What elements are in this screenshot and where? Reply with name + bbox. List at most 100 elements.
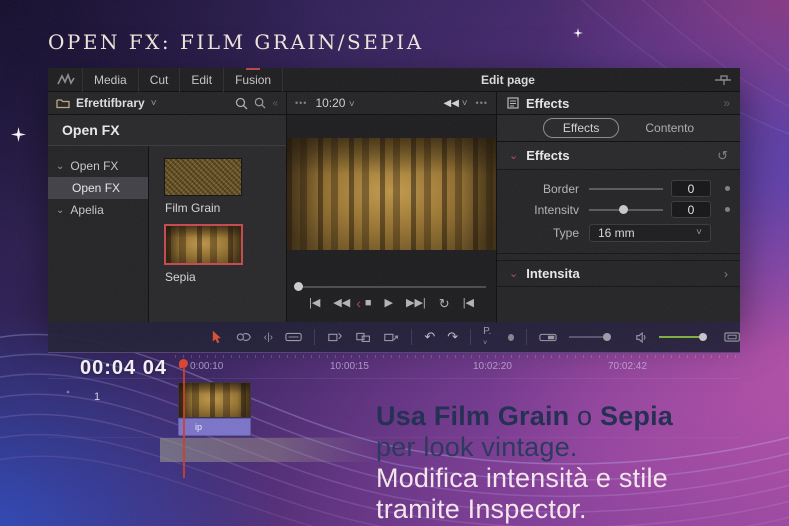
intensity-slider[interactable]: [589, 204, 663, 214]
ruler-label: 10:02:20: [473, 361, 512, 372]
expand-panel-icon[interactable]: »: [723, 96, 730, 110]
replace-clip-icon[interactable]: [383, 330, 399, 344]
timeline-clip-thumbnail[interactable]: [178, 382, 251, 418]
chevron-down-icon: ⌄: [56, 204, 65, 216]
keyboard-icon[interactable]: [285, 331, 302, 343]
sepia-label: Sepia: [165, 270, 196, 284]
effects-section-header[interactable]: ⌄ Effects ↺: [497, 142, 740, 170]
chevron-down-icon[interactable]: ˅: [151, 98, 157, 109]
viewer-options-icon[interactable]: •••: [295, 98, 307, 108]
blade-tool-icon[interactable]: ‹|›: [264, 332, 273, 343]
last-frame-button[interactable]: |◀: [463, 297, 474, 309]
type-dropdown[interactable]: 16 mm ˅: [589, 223, 711, 242]
undo-button[interactable]: ↶: [424, 329, 435, 345]
collapse-panel-icon[interactable]: «: [272, 98, 278, 109]
viewer-scrubber[interactable]: [297, 286, 486, 288]
volume-slider-handle[interactable]: [699, 333, 708, 341]
playhead-line[interactable]: [183, 366, 185, 478]
film-grain-label: Film Grain: [165, 201, 221, 215]
viewer-scrubber-handle[interactable]: [294, 282, 303, 291]
reset-icon[interactable]: ↺: [717, 148, 728, 164]
chevron-down-icon: ˅: [696, 227, 702, 238]
intensity-slider-handle[interactable]: [619, 204, 628, 214]
inspector-panel: Effects Contento ⌄ Effects ↺ Border 0 In…: [497, 115, 740, 322]
app-window: Media Cut Edit Fusion Edit page Efrettif…: [48, 67, 740, 322]
overwrite-clip-icon[interactable]: [355, 330, 371, 344]
chevron-down-icon: ⌄: [509, 268, 519, 280]
viewer-more-icon[interactable]: •••: [476, 98, 488, 108]
redo-button[interactable]: ↷: [447, 329, 458, 345]
timeline-ruler-ticks[interactable]: [175, 355, 738, 358]
timeline-audio-clip[interactable]: [160, 438, 376, 462]
fast-forward-button[interactable]: ▶▶|: [406, 297, 426, 309]
effects-panel-header: Effects »: [497, 92, 740, 114]
effects-list-icon: [507, 97, 519, 109]
ruler-label: 70:02:42: [608, 361, 647, 372]
menu-item-edit[interactable]: Edit: [180, 67, 225, 92]
marker-dot-icon[interactable]: [507, 333, 515, 341]
trim-mode-icon[interactable]: [235, 330, 252, 344]
timeline-options-icon[interactable]: [714, 74, 732, 86]
ruler-label: 0:00:10: [190, 361, 224, 372]
timecode-display: 00:04 04: [80, 357, 167, 379]
keyframe-dot-icon[interactable]: [725, 207, 730, 212]
sepia-thumbnail[interactable]: [164, 224, 243, 265]
tab-effects[interactable]: Effects: [542, 118, 620, 138]
playhead-mark-icon: ‹: [356, 295, 361, 311]
search-small-icon[interactable]: [254, 97, 266, 109]
timeline-zoom-slider[interactable]: [568, 333, 611, 341]
effects-thumbnails: Film Grain Sepia: [149, 146, 286, 322]
stop-button[interactable]: ■: [365, 297, 372, 309]
tree-item-openfx[interactable]: ⌄ Open FX: [48, 155, 148, 177]
tree-item-apelia[interactable]: ⌄ Apelia: [48, 199, 148, 221]
border-control-row: Border 0: [497, 178, 740, 199]
ruler-label: 10:00:15: [330, 361, 369, 372]
volume-slider[interactable]: [659, 333, 708, 341]
viewer-bar: ••• 10:20 ˅ ◀◀ ˅ •••: [287, 92, 497, 114]
menu-item-fusion[interactable]: Fusion: [224, 67, 284, 92]
viewer-panel: |◀ ◀◀ ‹ ■ ▶ ▶▶| ↻ |◀: [287, 115, 497, 322]
page-title: OPEN FX: FILM GRAIN/SEPIA: [48, 30, 424, 54]
timeline-view-toggle-icon[interactable]: [539, 332, 557, 343]
zoom-slider-handle[interactable]: [602, 333, 611, 341]
select-cursor-icon[interactable]: [211, 329, 223, 345]
border-slider[interactable]: [589, 187, 663, 190]
effects-tree: ⌄ Open FX Open FX ⌄ Apelia: [48, 146, 149, 322]
film-grain-thumbnail[interactable]: [164, 158, 242, 196]
rewind-button[interactable]: ◀◀: [333, 297, 350, 309]
edit-page-label: Edit page: [480, 72, 535, 87]
menu-item-media[interactable]: Media: [82, 67, 139, 92]
border-value-field[interactable]: 0: [671, 180, 711, 197]
search-icon[interactable]: [235, 97, 248, 110]
transport-controls: |◀ ◀◀ ‹ ■ ▶ ▶▶| ↻ |◀: [287, 296, 496, 310]
chevron-down-icon: ⌄: [56, 160, 65, 172]
timeline-clip-label[interactable]: ip: [178, 418, 251, 436]
tab-contento[interactable]: Contento: [645, 121, 694, 135]
loop-button[interactable]: ↻: [439, 297, 450, 310]
browser-title: Open FX: [48, 115, 286, 146]
chevron-down-icon: ⌄: [509, 150, 519, 162]
play-button[interactable]: ▶: [385, 297, 393, 309]
menu-item-cut[interactable]: Cut: [139, 67, 181, 92]
insert-clip-icon[interactable]: [327, 330, 343, 344]
type-control-row: Type 16 mm ˅: [497, 222, 740, 243]
secondary-toolbar: Efrettifbrary ˅ « ••• 10:20 ˅ ◀◀ ˅ ••• E…: [48, 92, 740, 115]
caption-text: Usa Film Grain o Sepia per look vintage.…: [376, 401, 674, 524]
speaker-icon[interactable]: [635, 331, 648, 344]
intensita-section-header[interactable]: ⌄ Intensita ›: [497, 260, 740, 287]
viewer-zoom-select[interactable]: 10:20 ˅: [315, 96, 354, 110]
dual-monitor-icon[interactable]: [724, 331, 740, 343]
tree-item-openfx-selected[interactable]: Open FX: [48, 177, 148, 199]
jump-back-icon[interactable]: ◀◀ ˅: [444, 98, 468, 109]
chevron-down-icon: ˅: [348, 99, 355, 110]
folder-icon: [56, 98, 70, 108]
app-logo-icon: [57, 72, 75, 85]
pen-tool-icon[interactable]: P. ˅: [483, 326, 496, 348]
library-name[interactable]: Efrettifbrary: [76, 96, 145, 110]
keyframe-dot-icon[interactable]: [725, 186, 730, 191]
intensity-value-field[interactable]: 0: [671, 201, 711, 218]
chevron-right-icon: ›: [724, 266, 728, 281]
first-frame-button[interactable]: |◀: [309, 297, 320, 309]
viewer-image: [287, 138, 496, 250]
library-bar: Efrettifbrary ˅ «: [48, 92, 287, 114]
